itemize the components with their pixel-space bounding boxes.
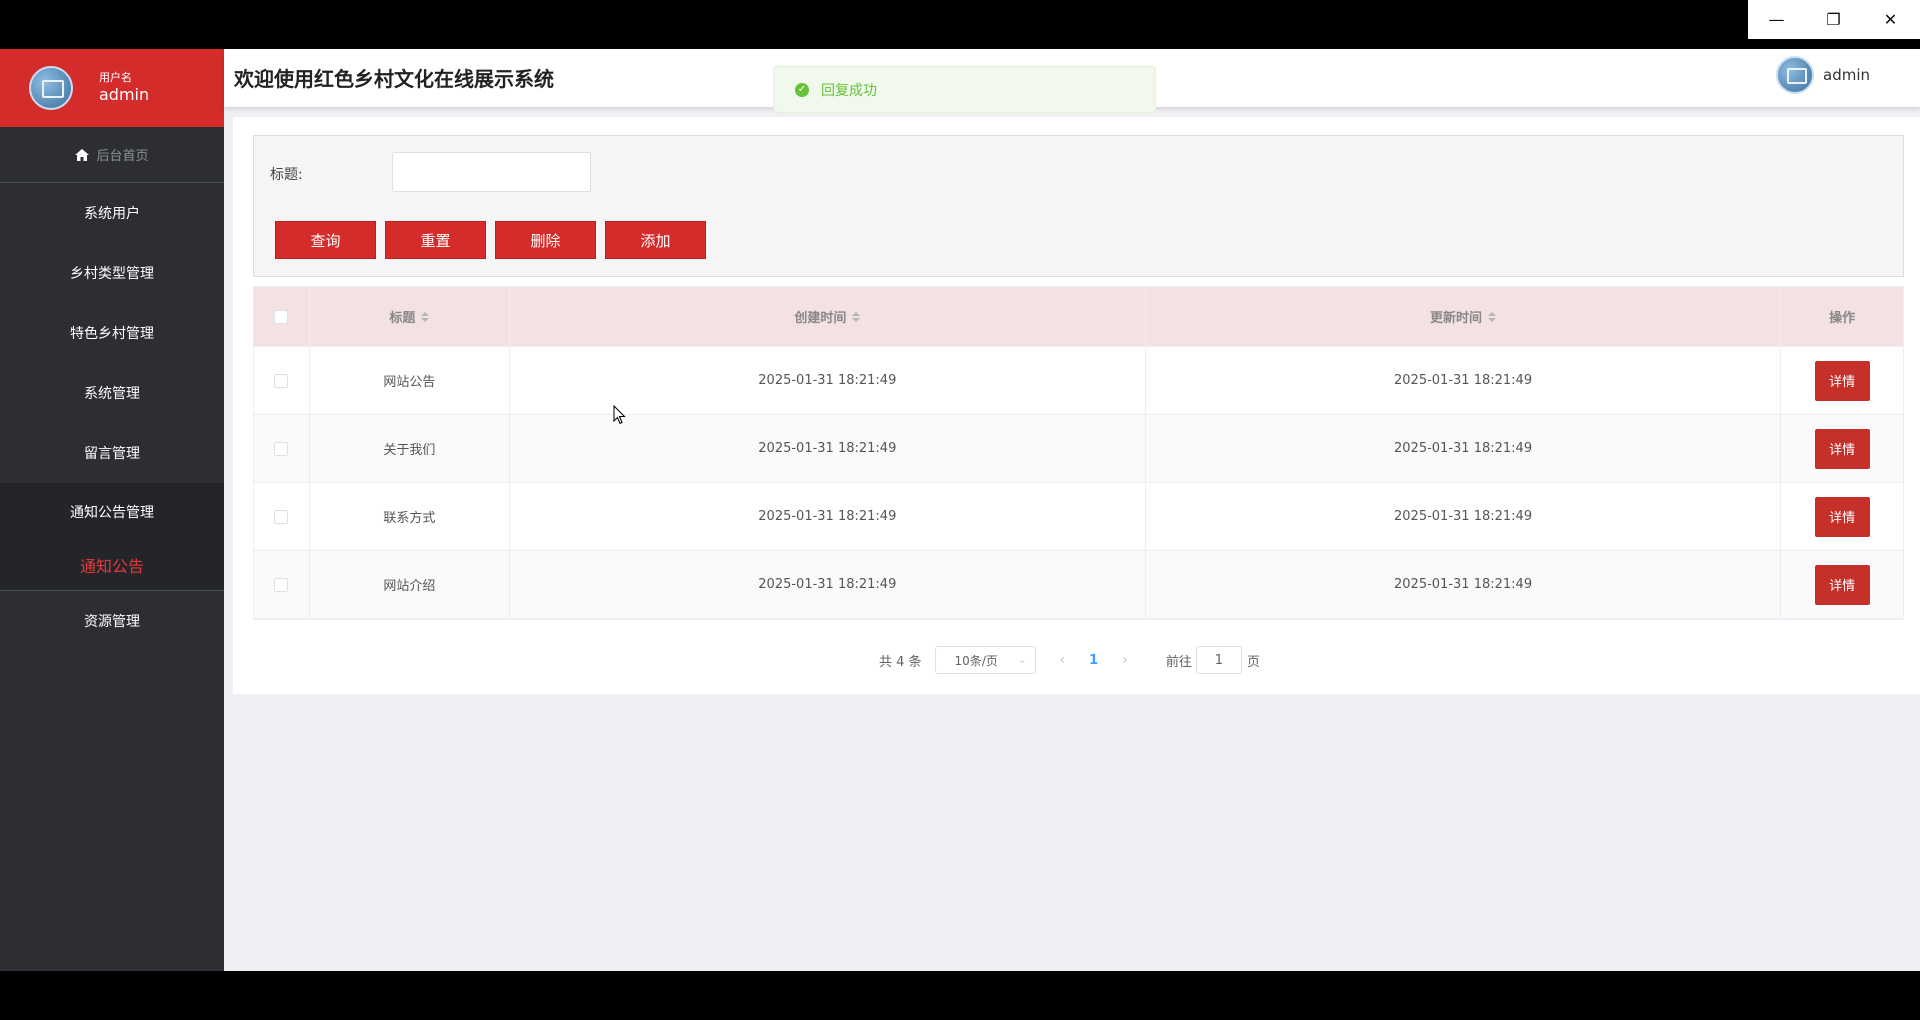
sidebar-item-messages[interactable]: 留言管理 [0, 423, 224, 483]
row-checkbox[interactable] [274, 577, 289, 592]
sort-icon[interactable] [421, 311, 430, 322]
user-label: 用户名 [99, 71, 132, 84]
main-content: 标题: 查询 重置 删除 添加 标题 创建时间 更新时间 操作 网站公告 202… [233, 117, 1920, 694]
sidebar-item-resources[interactable]: 资源管理 [0, 591, 224, 651]
window-titlebar: — ❐ ✕ [0, 0, 1920, 49]
table-row: 网站公告 2025-01-31 18:21:49 2025-01-31 18:2… [254, 347, 1903, 415]
prev-page-icon[interactable]: ‹ [1060, 652, 1066, 668]
home-icon [75, 148, 90, 161]
cell-title: 关于我们 [310, 415, 510, 482]
page-size-select[interactable]: 10条/页 ⌄ [934, 646, 1036, 674]
sidebar-user-block: 用户名 admin [0, 49, 224, 127]
avatar [1776, 56, 1814, 94]
column-header-actions: 操作 [1829, 311, 1856, 326]
row-checkbox[interactable] [274, 509, 289, 524]
sort-icon[interactable] [852, 311, 861, 322]
sidebar-item-featured-villages[interactable]: 特色乡村管理 [0, 303, 224, 363]
sort-icon[interactable] [1488, 311, 1497, 322]
cell-created: 2025-01-31 18:21:49 [510, 347, 1146, 414]
jump-prefix: 前往 [1165, 654, 1192, 670]
user-name: admin [99, 85, 150, 104]
detail-button[interactable]: 详情 [1814, 360, 1870, 401]
title-field-label: 标题: [270, 167, 303, 183]
pagination: 共 4 条 10条/页 ⌄ ‹ 1 › 前往 1 页 [879, 646, 1260, 674]
search-button-row: 查询 重置 删除 添加 [275, 221, 706, 259]
sidebar: 用户名 admin 后台首页 系统用户 乡村类型管理 特色乡村管理 系统管理 留… [0, 49, 224, 971]
window-controls: — ❐ ✕ [1748, 0, 1920, 39]
column-header-title[interactable]: 标题 [310, 287, 510, 346]
sidebar-item-village-types[interactable]: 乡村类型管理 [0, 243, 224, 303]
check-circle-icon: ✓ [795, 82, 809, 97]
cell-updated: 2025-01-31 18:21:49 [1146, 415, 1782, 482]
sidebar-item-notices[interactable]: 通知公告管理 [0, 483, 224, 540]
cell-title: 网站介绍 [310, 551, 510, 618]
chevron-down-icon: ⌄ [1018, 655, 1027, 666]
table-row: 网站介绍 2025-01-31 18:21:49 2025-01-31 18:2… [254, 551, 1903, 619]
restore-icon[interactable]: ❐ [1805, 0, 1862, 39]
table-row: 联系方式 2025-01-31 18:21:49 2025-01-31 18:2… [254, 483, 1903, 551]
success-toast: ✓ 回复成功 [773, 66, 1156, 113]
jump-page-input[interactable]: 1 [1195, 646, 1242, 674]
cell-title: 网站公告 [310, 347, 510, 414]
detail-button[interactable]: 详情 [1814, 564, 1870, 605]
sidebar-item-system-users[interactable]: 系统用户 [0, 183, 224, 243]
table-row: 关于我们 2025-01-31 18:21:49 2025-01-31 18:2… [254, 415, 1903, 483]
cell-created: 2025-01-31 18:21:49 [510, 415, 1146, 482]
row-checkbox[interactable] [274, 373, 289, 388]
notice-table: 标题 创建时间 更新时间 操作 网站公告 2025-01-31 18:21:49… [253, 286, 1904, 620]
title-search-input[interactable] [392, 152, 591, 192]
cell-updated: 2025-01-31 18:21:49 [1146, 551, 1782, 618]
avatar [29, 66, 73, 110]
header-user-name: admin [1823, 66, 1870, 84]
row-checkbox[interactable] [274, 441, 289, 456]
delete-button[interactable]: 删除 [495, 221, 596, 259]
page-title: 欢迎使用红色乡村文化在线展示系统 [234, 67, 554, 91]
next-page-icon[interactable]: › [1122, 652, 1128, 668]
search-panel: 标题: 查询 重置 删除 添加 [253, 135, 1904, 277]
select-all-checkbox[interactable] [274, 309, 289, 324]
total-count: 共 4 条 [879, 654, 922, 670]
sidebar-item-system-management[interactable]: 系统管理 [0, 363, 224, 423]
cell-updated: 2025-01-31 18:21:49 [1146, 483, 1782, 550]
column-header-updated[interactable]: 更新时间 [1146, 287, 1782, 346]
query-button[interactable]: 查询 [275, 221, 376, 259]
window-bottom-bar [0, 971, 1920, 1020]
app-window: 用户名 admin 后台首页 系统用户 乡村类型管理 特色乡村管理 系统管理 留… [0, 49, 1920, 971]
close-icon[interactable]: ✕ [1862, 0, 1919, 39]
cell-title: 联系方式 [310, 483, 510, 550]
column-header-created[interactable]: 创建时间 [510, 287, 1146, 346]
add-button[interactable]: 添加 [605, 221, 706, 259]
detail-button[interactable]: 详情 [1814, 428, 1870, 469]
cell-created: 2025-01-31 18:21:49 [510, 551, 1146, 618]
page-number[interactable]: 1 [1089, 653, 1098, 668]
reset-button[interactable]: 重置 [385, 221, 486, 259]
minimize-icon[interactable]: — [1748, 0, 1805, 39]
header-user-menu[interactable]: admin [1776, 56, 1870, 94]
cell-updated: 2025-01-31 18:21:49 [1146, 347, 1782, 414]
cell-created: 2025-01-31 18:21:49 [510, 483, 1146, 550]
toast-message: 回复成功 [821, 82, 877, 99]
sidebar-subitem-notices-active[interactable]: 通知公告 [0, 540, 224, 591]
mouse-cursor-icon [613, 405, 626, 425]
detail-button[interactable]: 详情 [1814, 496, 1870, 537]
sidebar-item-label: 后台首页 [96, 149, 149, 164]
sidebar-item-home[interactable]: 后台首页 [0, 127, 224, 183]
table-header-row: 标题 创建时间 更新时间 操作 [254, 287, 1903, 347]
jump-suffix: 页 [1246, 654, 1260, 670]
